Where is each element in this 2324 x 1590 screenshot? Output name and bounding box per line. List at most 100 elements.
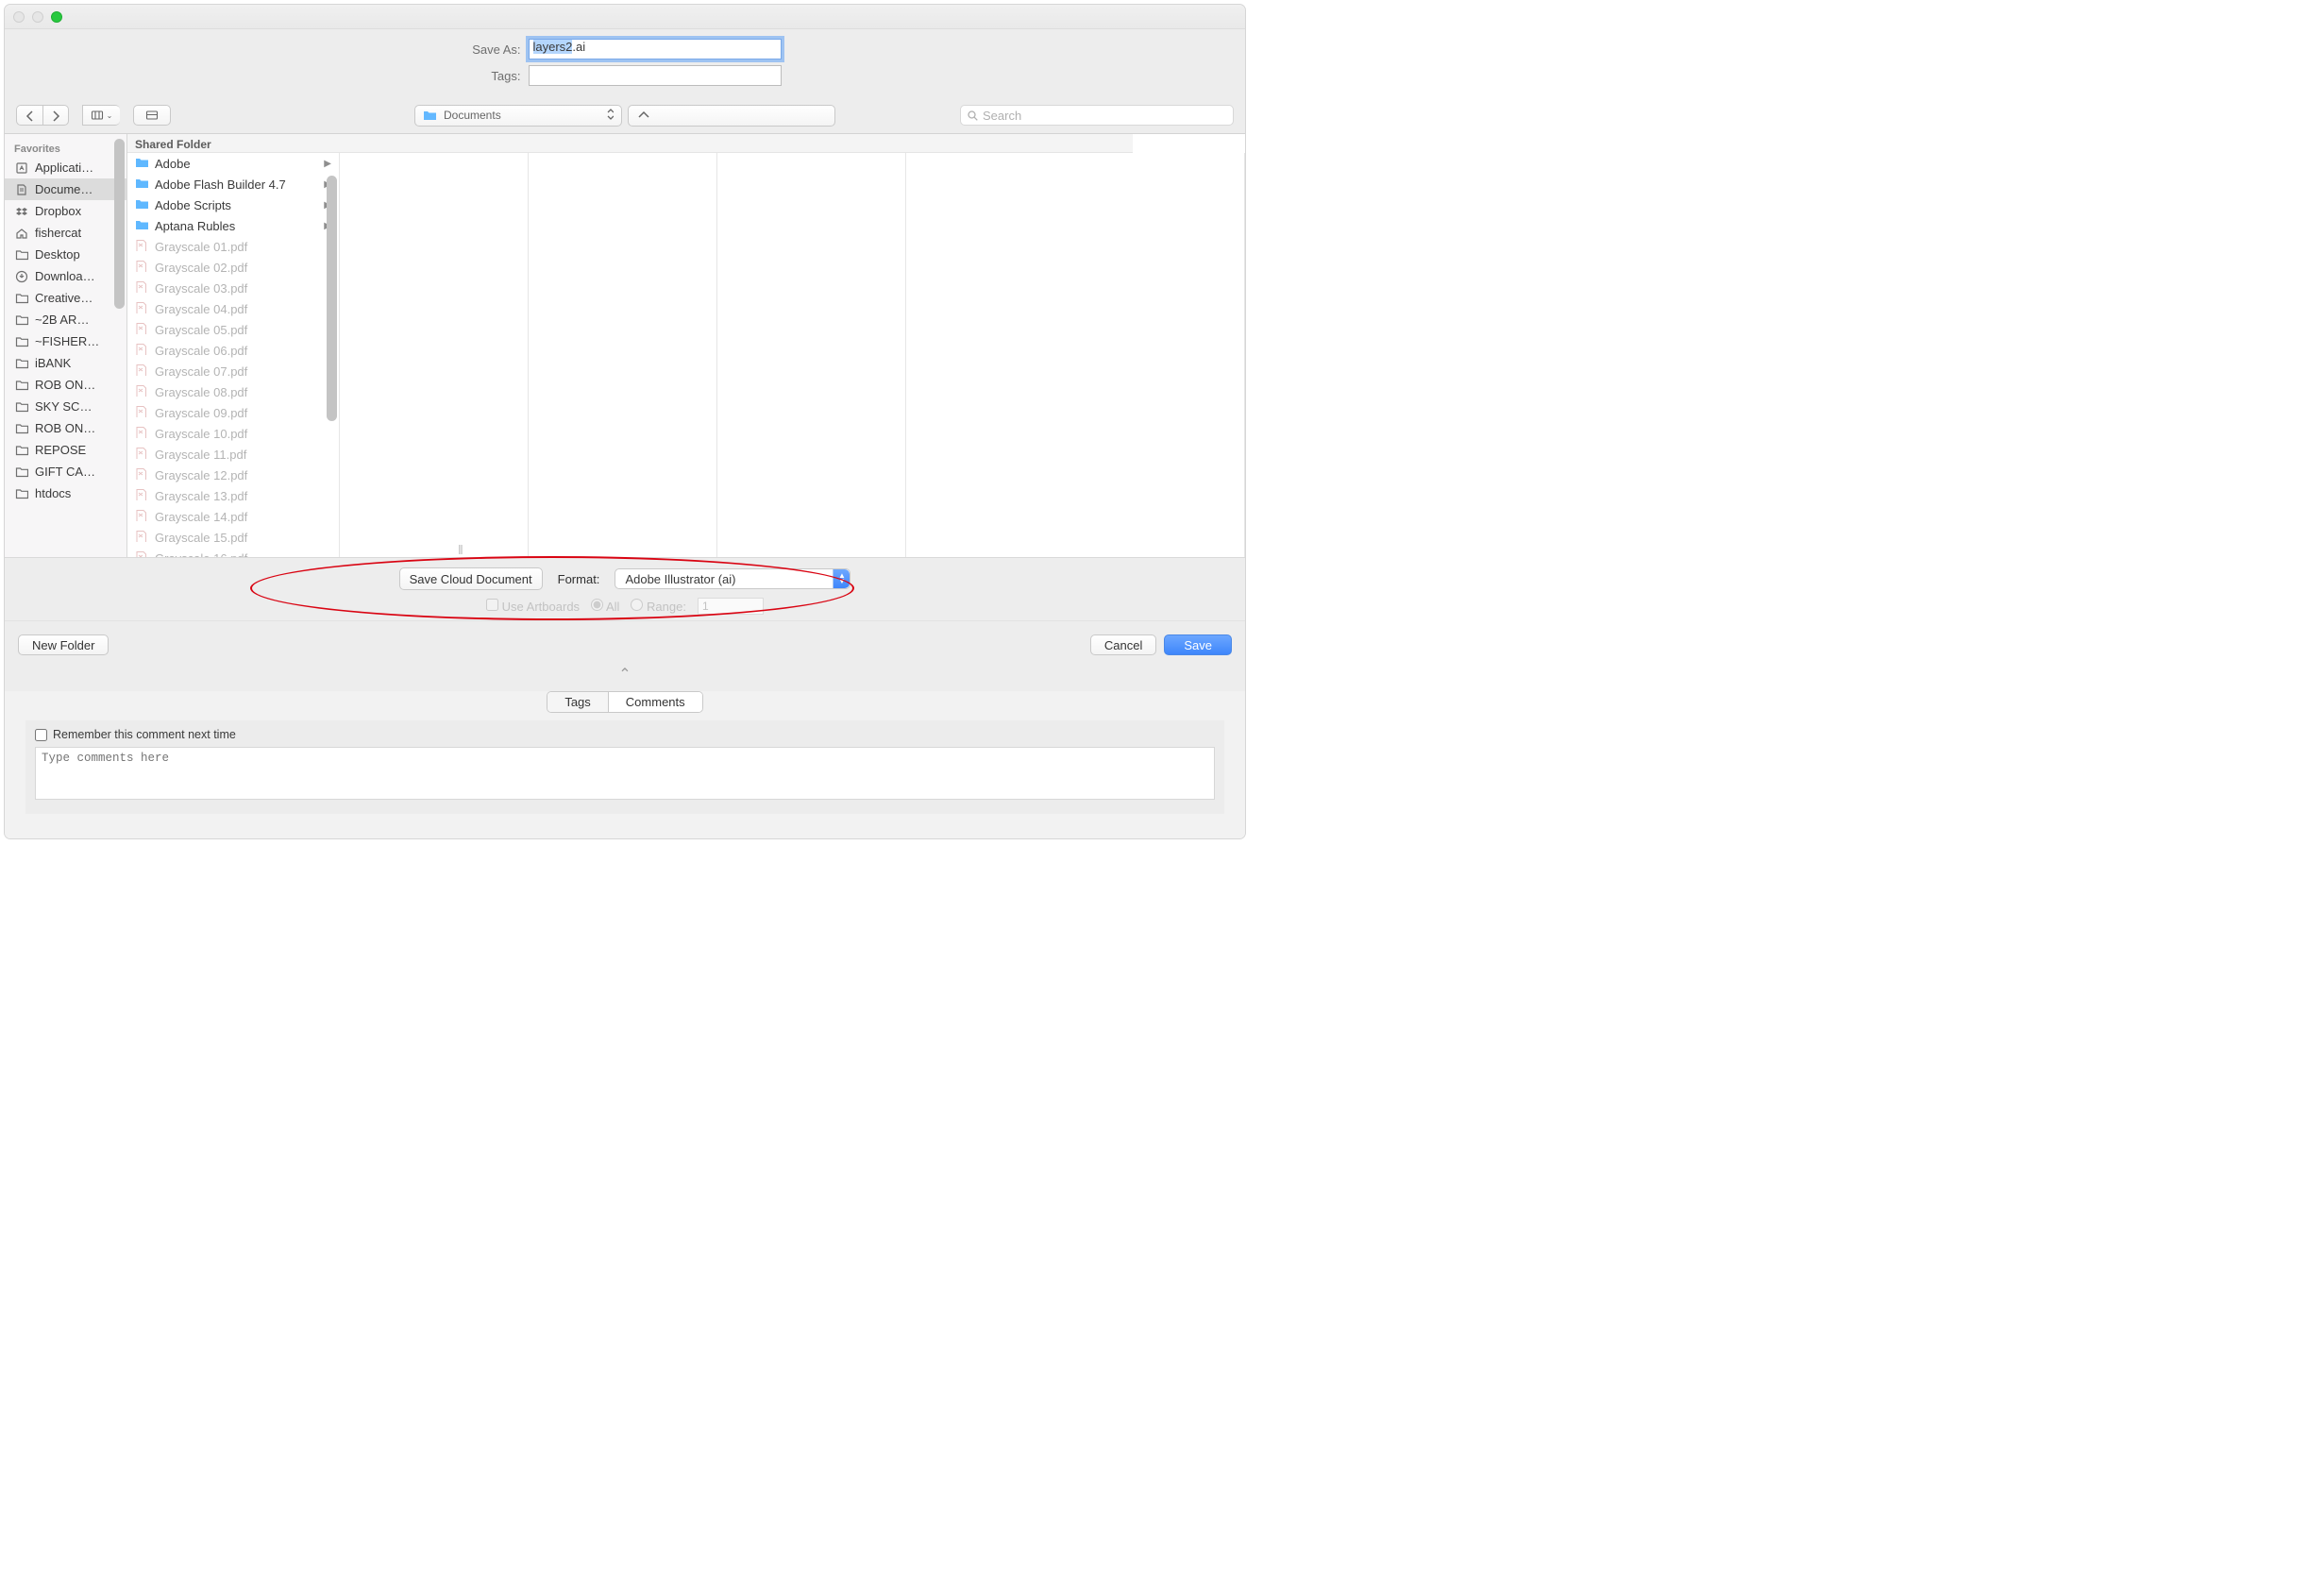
pdf-icon: [135, 260, 149, 275]
pdf-icon: [135, 301, 149, 316]
format-popup[interactable]: Adobe Illustrator (ai) ▲▼: [615, 568, 850, 589]
sidebar-item[interactable]: Downloa…: [5, 265, 126, 287]
group-button[interactable]: [133, 105, 171, 126]
sidebar-item-label: SKY SC…: [35, 399, 92, 414]
saveas-label: Save As:: [469, 42, 521, 57]
dropbox-icon: [14, 205, 29, 218]
pdf-icon: [135, 550, 149, 557]
view-mode-button[interactable]: ⌄: [82, 105, 120, 126]
folder-icon: [14, 379, 29, 392]
file-column-0: Adobe▶Adobe Flash Builder 4.7▶Adobe Scri…: [127, 153, 340, 557]
sidebar-item[interactable]: Creative…: [5, 287, 126, 309]
all-radio: All: [591, 599, 619, 614]
pdf-icon: [135, 239, 149, 254]
file-item: Grayscale 07.pdf: [127, 361, 339, 381]
collapse-button[interactable]: [628, 105, 835, 127]
file-label: Grayscale 09.pdf: [155, 406, 247, 420]
file-label: Grayscale 05.pdf: [155, 323, 247, 337]
saveas-input[interactable]: layers2.ai: [529, 39, 782, 59]
save-button[interactable]: Save: [1164, 634, 1232, 655]
new-folder-button[interactable]: New Folder: [18, 634, 109, 655]
sidebar-item-label: ~FISHER…: [35, 334, 99, 348]
sidebar-item[interactable]: ROB ON…: [5, 374, 126, 396]
search-input[interactable]: Search: [960, 105, 1234, 126]
close-window-button[interactable]: [13, 11, 25, 23]
column-scrollbar[interactable]: [325, 174, 339, 557]
file-label: Grayscale 15.pdf: [155, 531, 247, 545]
file-label: Grayscale 03.pdf: [155, 281, 247, 296]
folder-icon: [135, 218, 149, 233]
pdf-icon: [135, 467, 149, 482]
minimize-window-button[interactable]: [32, 11, 43, 23]
file-label: Grayscale 13.pdf: [155, 489, 247, 503]
sidebar-item[interactable]: REPOSE: [5, 439, 126, 461]
titlebar: [5, 5, 1245, 29]
tags-label: Tags:: [469, 69, 521, 83]
folder-item[interactable]: Aptana Rubles▶: [127, 215, 339, 236]
location-popup[interactable]: Documents: [414, 105, 622, 127]
pdf-icon: [135, 530, 149, 545]
file-label: Adobe Flash Builder 4.7: [155, 178, 286, 192]
file-column-4: [906, 153, 1245, 557]
sidebar-item-label: Dropbox: [35, 204, 81, 218]
sidebar-item[interactable]: ~2B AR…: [5, 309, 126, 330]
tab-tags[interactable]: Tags: [547, 692, 607, 712]
sidebar-item-label: iBANK: [35, 356, 71, 370]
tags-comments-tabs: Tags Comments: [547, 691, 702, 713]
file-item: Grayscale 15.pdf: [127, 527, 339, 548]
remember-comment-checkbox[interactable]: Remember this comment next time: [35, 728, 1215, 741]
sidebar-item[interactable]: iBANK: [5, 352, 126, 374]
caret-updown-icon: [604, 108, 614, 124]
folder-icon: [14, 487, 29, 500]
download-icon: [14, 270, 29, 283]
file-label: Grayscale 02.pdf: [155, 261, 247, 275]
sidebar: Favorites Applicati…Docume…Dropboxfisher…: [5, 134, 127, 557]
sidebar-scrollbar[interactable]: [112, 137, 126, 554]
sidebar-item[interactable]: GIFT CA…: [5, 461, 126, 482]
column-resize-handle[interactable]: ‖: [458, 542, 463, 557]
file-column-2: [529, 153, 717, 557]
sidebar-item[interactable]: SKY SC…: [5, 396, 126, 417]
pdf-icon: [135, 280, 149, 296]
folder-item[interactable]: Adobe▶: [127, 153, 339, 174]
folder-item[interactable]: Adobe Flash Builder 4.7▶: [127, 174, 339, 195]
file-label: Grayscale 11.pdf: [155, 448, 246, 462]
nav-forward-button[interactable]: [42, 105, 69, 126]
comments-textarea[interactable]: [35, 747, 1215, 800]
sidebar-item[interactable]: Docume…: [5, 178, 126, 200]
save-cloud-button[interactable]: Save Cloud Document: [399, 567, 543, 590]
pdf-icon: [135, 322, 149, 337]
file-item: Grayscale 09.pdf: [127, 402, 339, 423]
file-item: Grayscale 12.pdf: [127, 465, 339, 485]
folder-item[interactable]: Adobe Scripts▶: [127, 195, 339, 215]
traffic-lights: [13, 11, 62, 23]
file-label: Grayscale 08.pdf: [155, 385, 247, 399]
use-artboards-checkbox: Use Artboards: [486, 599, 580, 614]
sidebar-item[interactable]: ~FISHER…: [5, 330, 126, 352]
pdf-icon: [135, 405, 149, 420]
file-column-1: [340, 153, 529, 557]
file-label: Grayscale 01.pdf: [155, 240, 247, 254]
sidebar-item[interactable]: fishercat: [5, 222, 126, 244]
file-item: Grayscale 02.pdf: [127, 257, 339, 278]
pdf-icon: [135, 384, 149, 399]
nav-back-button[interactable]: [16, 105, 42, 126]
range-radio: Range:: [631, 599, 686, 614]
sidebar-item[interactable]: ROB ON…: [5, 417, 126, 439]
tab-comments[interactable]: Comments: [608, 692, 702, 712]
folder-icon: [14, 335, 29, 348]
pdf-icon: [135, 509, 149, 524]
drawer-toggle[interactable]: ⌃: [5, 663, 1245, 691]
pdf-icon: [135, 426, 149, 441]
sidebar-item[interactable]: Applicati…: [5, 157, 126, 178]
pdf-icon: [135, 488, 149, 503]
sidebar-item[interactable]: htdocs: [5, 482, 126, 504]
sidebar-item[interactable]: Desktop: [5, 244, 126, 265]
cancel-button[interactable]: Cancel: [1090, 634, 1156, 655]
folder-icon: [14, 313, 29, 327]
tags-input[interactable]: [529, 65, 782, 86]
sidebar-item-label: REPOSE: [35, 443, 86, 457]
zoom-window-button[interactable]: [51, 11, 62, 23]
sidebar-item[interactable]: Dropbox: [5, 200, 126, 222]
sidebar-item-label: ROB ON…: [35, 421, 95, 435]
